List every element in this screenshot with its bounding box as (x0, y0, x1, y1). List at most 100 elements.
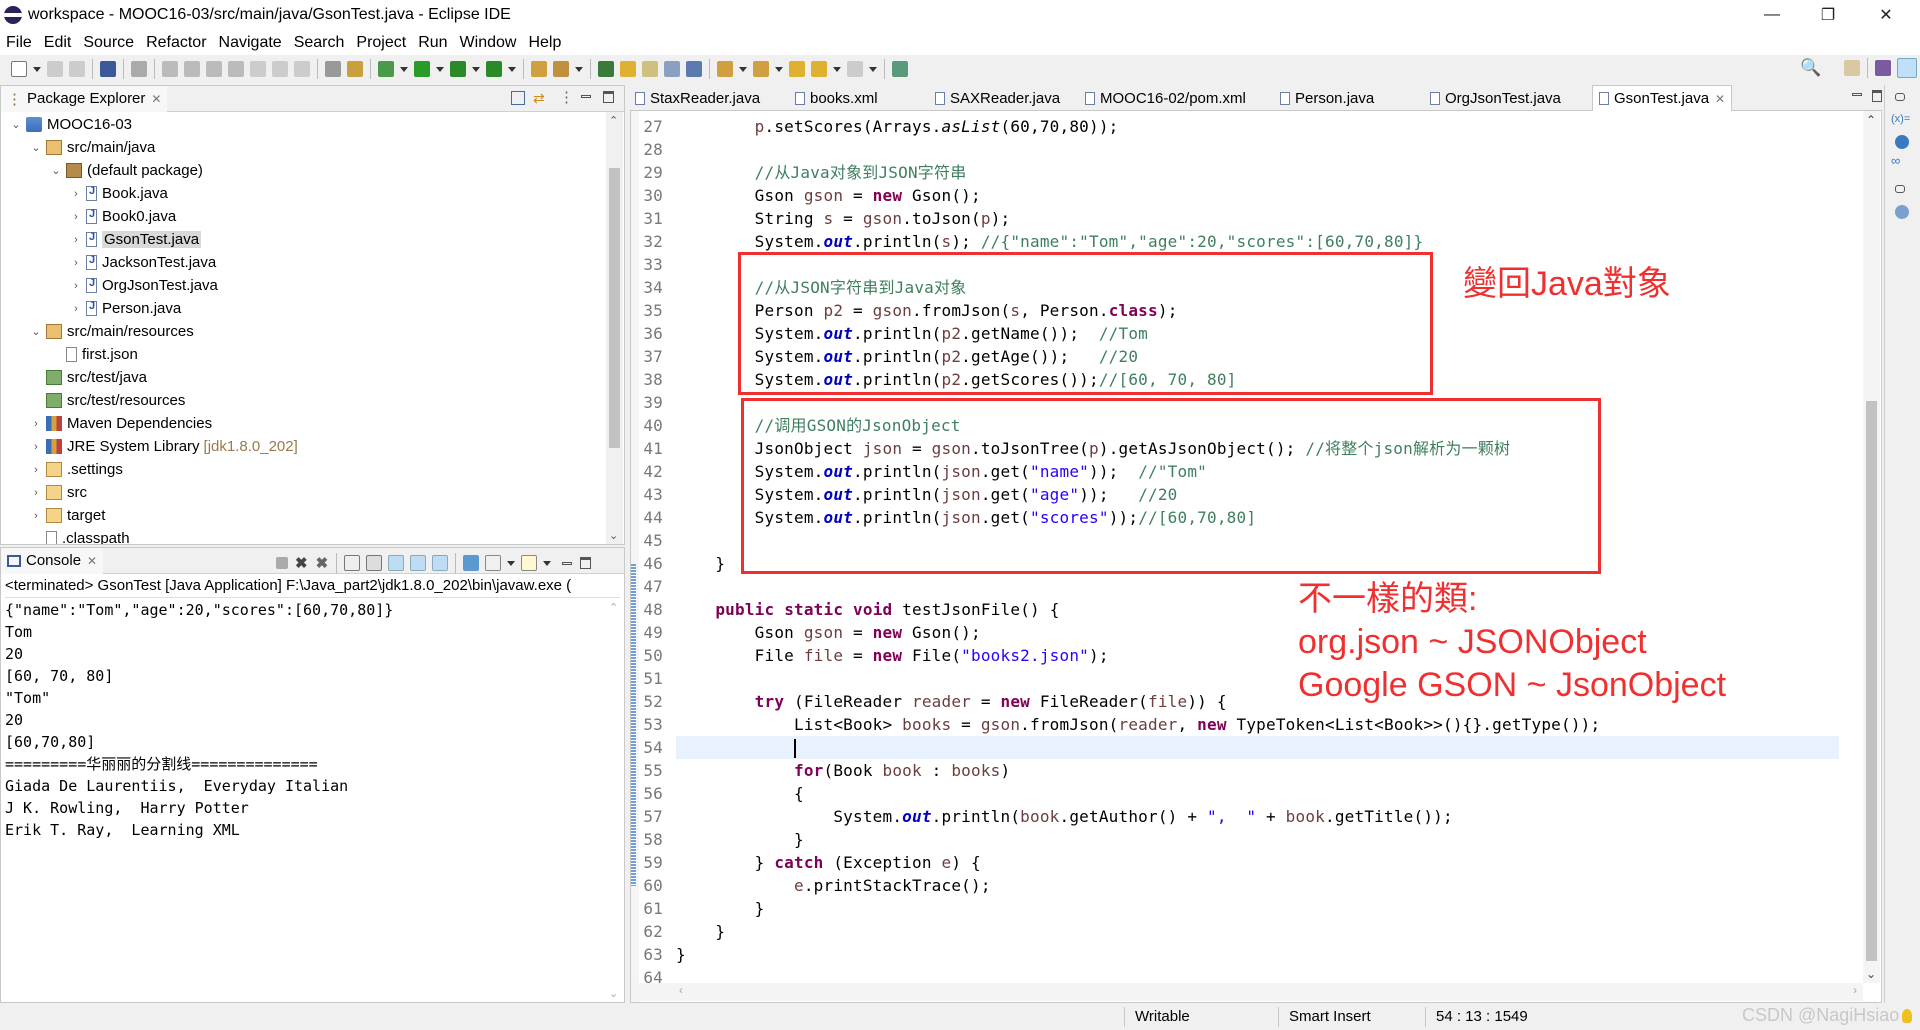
tab-orgjsontest-java[interactable]: OrgJsonTest.java (1430, 85, 1561, 111)
chevron-down-icon[interactable] (508, 66, 516, 72)
chevron-down-icon[interactable] (33, 66, 41, 72)
chevron-right-icon[interactable]: › (29, 441, 43, 453)
tree-item[interactable]: src/test/resources (29, 389, 185, 412)
save-icon[interactable] (47, 61, 63, 77)
chevron-down-icon[interactable]: ⌄ (9, 118, 23, 131)
minimize-view-icon[interactable] (562, 561, 573, 565)
word-wrap-icon[interactable] (388, 555, 405, 571)
tab-package-explorer[interactable]: ⋮ Package Explorer ✕ (1, 85, 168, 112)
tree-item[interactable]: › .settings (29, 458, 123, 481)
chevron-down-icon[interactable] (775, 66, 783, 72)
chevron-right-icon[interactable]: › (29, 464, 43, 476)
brush-icon[interactable] (553, 61, 569, 77)
tree-scrollbar[interactable]: ⌃ ⌄ (606, 112, 623, 544)
tree-item[interactable]: ⌄ src/main/java (29, 136, 155, 159)
restore-icon[interactable] (1895, 185, 1905, 193)
stop-icon[interactable] (206, 61, 222, 77)
minimize-view-icon[interactable] (581, 95, 591, 98)
tree-item[interactable]: ⌄ MOOC16-03 (9, 113, 132, 136)
chevron-down-icon[interactable] (400, 66, 408, 72)
use-step-filters-icon[interactable] (347, 61, 363, 77)
forward-icon[interactable] (847, 61, 863, 77)
maximize-view-icon[interactable] (580, 557, 592, 569)
debug-perspective-icon[interactable] (1897, 58, 1918, 78)
open-task-icon[interactable] (642, 61, 658, 77)
java-perspective-icon[interactable] (1875, 60, 1892, 76)
tab-staxreader-java[interactable]: StaxReader.java (635, 85, 760, 111)
close-icon[interactable]: ✕ (1715, 92, 1725, 106)
last-edit-icon[interactable] (789, 61, 805, 77)
chevron-right-icon[interactable]: › (69, 234, 83, 246)
maximize-view-icon[interactable] (603, 91, 614, 103)
chevron-right-icon[interactable]: › (69, 257, 83, 269)
remove-all-terminated-icon[interactable]: ✖ (316, 554, 329, 572)
tab-mooc16-02-pom-xml[interactable]: MOOC16-02/pom.xml (1085, 85, 1246, 111)
menu-project[interactable]: Project (356, 34, 406, 52)
chevron-down-icon[interactable] (869, 66, 877, 72)
terminate-icon[interactable] (276, 557, 288, 569)
console-scrollbar[interactable]: ⌃ ⌄ (606, 599, 623, 1002)
prev-annotation-icon[interactable] (753, 61, 769, 77)
debug-icon[interactable] (378, 61, 394, 77)
tree-item[interactable]: › JacksonTest.java (69, 251, 216, 274)
minimize-button[interactable]: — (1744, 0, 1800, 30)
run-icon[interactable] (414, 61, 430, 77)
link-with-editor-icon[interactable]: ⇄ (533, 90, 545, 107)
remove-launch-icon[interactable]: ✖ (295, 554, 308, 572)
suspend-icon[interactable] (184, 61, 200, 77)
chevron-down-icon[interactable] (507, 560, 516, 566)
breakpoints-icon[interactable] (1895, 135, 1909, 149)
chevron-down-icon[interactable] (833, 66, 841, 72)
restore-icon[interactable] (1895, 93, 1905, 101)
scrollbar-thumb[interactable] (609, 168, 620, 448)
chevron-down-icon[interactable]: ⌄ (29, 141, 43, 154)
close-icon[interactable]: ✕ (151, 92, 161, 106)
pin-console-icon[interactable] (463, 555, 480, 571)
step-over-icon[interactable] (272, 61, 288, 77)
chevron-down-icon[interactable]: ⌄ (49, 164, 63, 177)
maximize-editor-icon[interactable] (1872, 90, 1882, 102)
tree-item[interactable]: › JRE System Library [jdk1.8.0_202] (29, 435, 298, 458)
tree-item[interactable]: › GsonTest.java (69, 228, 202, 251)
variables-icon[interactable]: (x)= (1891, 113, 1910, 125)
tab-person-java[interactable]: Person.java (1280, 85, 1374, 111)
skip-breakpoints-icon[interactable] (131, 61, 147, 77)
terminal-icon[interactable] (100, 61, 116, 77)
tab-saxreader-java[interactable]: SAXReader.java (935, 85, 1060, 111)
disconnect-icon[interactable] (228, 61, 244, 77)
tree-item[interactable]: ⌄ (default package) (49, 159, 203, 182)
lightbulb-icon[interactable] (1902, 1009, 1912, 1023)
tree-item[interactable]: › Book0.java (69, 205, 176, 228)
open-console-icon[interactable] (521, 555, 538, 571)
chevron-right-icon[interactable]: › (29, 418, 43, 430)
expressions-icon[interactable]: ∞ (1891, 153, 1900, 168)
step-into-icon[interactable] (250, 61, 266, 77)
show-whitespace-icon[interactable] (686, 61, 702, 77)
open-project-icon[interactable] (531, 61, 547, 77)
editor-horizontal-scrollbar[interactable]: ‹ › (631, 983, 1863, 1001)
menu-source[interactable]: Source (83, 34, 134, 52)
back-icon[interactable] (811, 61, 827, 77)
chevron-right-icon[interactable]: › (69, 280, 83, 292)
chevron-right-icon[interactable]: › (29, 487, 43, 499)
drop-frame-icon[interactable] (325, 61, 341, 77)
chevron-down-icon[interactable]: ⌄ (29, 325, 43, 338)
tree-item[interactable]: src/test/java (29, 366, 147, 389)
new-icon[interactable] (11, 61, 27, 77)
step-return-icon[interactable] (294, 61, 310, 77)
coverage-icon[interactable] (450, 61, 466, 77)
menu-window[interactable]: Window (460, 34, 517, 52)
menu-help[interactable]: Help (528, 34, 561, 52)
help-icon[interactable] (1895, 205, 1909, 219)
search-icon[interactable]: 🔍 (1800, 58, 1821, 78)
pin-editor-icon[interactable] (892, 61, 908, 77)
tree-item[interactable]: › src (29, 481, 87, 504)
menu-run[interactable]: Run (418, 34, 447, 52)
display-console-icon[interactable] (485, 555, 502, 571)
chevron-down-icon[interactable] (543, 560, 552, 566)
menu-refactor[interactable]: Refactor (146, 34, 206, 52)
tree-item[interactable]: › Maven Dependencies (29, 412, 212, 435)
restore-button[interactable]: ❐ (1800, 0, 1856, 30)
tree-item[interactable]: ⌄ src/main/resources (29, 320, 193, 343)
chevron-right-icon[interactable]: › (69, 188, 83, 200)
